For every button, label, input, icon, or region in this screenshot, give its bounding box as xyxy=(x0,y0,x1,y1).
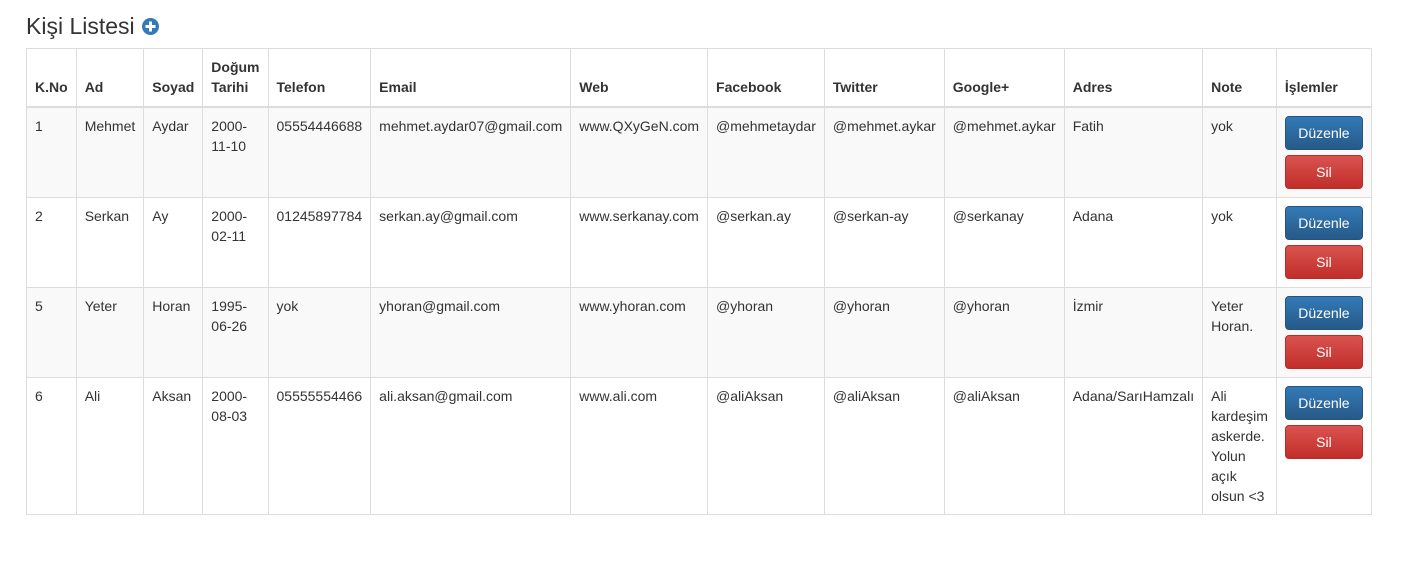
cell-google: @mehmet.aykar xyxy=(943,106,1065,198)
delete-button[interactable]: Sil xyxy=(1284,335,1363,369)
cell-email: yhoran@gmail.com xyxy=(370,287,572,378)
cell-telefon: 05554446688 xyxy=(267,106,372,198)
edit-button[interactable]: Düzenle xyxy=(1284,206,1363,240)
cell-email: ali.aksan@gmail.com xyxy=(370,377,572,515)
person-list-page: Kişi Listesi K.No Ad Soyad Doğum Tarihi … xyxy=(0,0,1412,561)
cell-ad: Ali xyxy=(75,377,145,515)
table-row: 1 Mehmet Aydar 2000-11-10 05554446688 me… xyxy=(26,106,1373,198)
table-row: 5 Yeter Horan 1995-06-26 yok yhoran@gmai… xyxy=(26,287,1373,378)
table-header-row: K.No Ad Soyad Doğum Tarihi Telefon Email… xyxy=(26,48,1373,108)
cell-dogum-tarihi: 1995-06-26 xyxy=(202,287,269,378)
delete-button[interactable]: Sil xyxy=(1284,425,1363,459)
cell-adres: İzmir xyxy=(1063,287,1204,378)
cell-actions: Düzenle Sil xyxy=(1275,377,1373,515)
cell-email: mehmet.aydar07@gmail.com xyxy=(370,106,572,198)
cell-note: Yeter Horan. xyxy=(1202,287,1277,378)
delete-button[interactable]: Sil xyxy=(1284,245,1363,279)
cell-actions: Düzenle Sil xyxy=(1275,106,1373,198)
cell-note: yok xyxy=(1202,197,1277,288)
cell-web: www.serkanay.com xyxy=(570,197,709,288)
cell-twitter: @aliAksan xyxy=(823,377,945,515)
add-person-icon[interactable] xyxy=(141,18,159,35)
cell-facebook: @mehmetaydar xyxy=(707,106,825,198)
cell-twitter: @serkan-ay xyxy=(823,197,945,288)
cell-facebook: @serkan.ay xyxy=(707,197,825,288)
page-header: Kişi Listesi xyxy=(26,10,159,42)
cell-telefon: 01245897784 xyxy=(267,197,372,288)
column-header-adres: Adres xyxy=(1063,48,1204,108)
cell-google: @yhoran xyxy=(943,287,1065,378)
cell-telefon: yok xyxy=(267,287,372,378)
table-row: 2 Serkan Ay 2000-02-11 01245897784 serka… xyxy=(26,197,1373,288)
cell-facebook: @yhoran xyxy=(707,287,825,378)
cell-ad: Yeter xyxy=(75,287,145,378)
cell-adres: Adana xyxy=(1063,197,1204,288)
column-header-ad: Ad xyxy=(75,48,145,108)
cell-google: @aliAksan xyxy=(943,377,1065,515)
cell-kno: 1 xyxy=(26,106,77,198)
cell-adres: Fatih xyxy=(1063,106,1204,198)
edit-button[interactable]: Düzenle xyxy=(1284,386,1363,420)
cell-note: Ali kardeşim askerde. Yolun açık olsun <… xyxy=(1202,377,1277,515)
cell-kno: 6 xyxy=(26,377,77,515)
cell-soyad: Ay xyxy=(143,197,204,288)
cell-adres: Adana/SarıHamzalı xyxy=(1063,377,1204,515)
cell-note: yok xyxy=(1202,106,1277,198)
cell-google: @serkanay xyxy=(943,197,1065,288)
edit-button[interactable]: Düzenle xyxy=(1284,116,1363,150)
cell-kno: 2 xyxy=(26,197,77,288)
cell-twitter: @mehmet.aykar xyxy=(823,106,945,198)
cell-soyad: Horan xyxy=(143,287,204,378)
cell-soyad: Aksan xyxy=(143,377,204,515)
cell-email: serkan.ay@gmail.com xyxy=(370,197,572,288)
cell-web: www.yhoran.com xyxy=(570,287,709,378)
column-header-telefon: Telefon xyxy=(267,48,372,108)
column-header-kno: K.No xyxy=(26,48,77,108)
page-title: Kişi Listesi xyxy=(26,13,135,39)
column-header-google: Google+ xyxy=(943,48,1065,108)
table-row: 6 Ali Aksan 2000-08-03 05555554466 ali.a… xyxy=(26,377,1373,515)
column-header-islemler: İşlemler xyxy=(1275,48,1373,108)
cell-web: www.QXyGeN.com xyxy=(570,106,709,198)
delete-button[interactable]: Sil xyxy=(1284,155,1363,189)
cell-dogum-tarihi: 2000-11-10 xyxy=(202,106,269,198)
cell-facebook: @aliAksan xyxy=(707,377,825,515)
column-header-facebook: Facebook xyxy=(707,48,825,108)
column-header-dogum-tarihi: Doğum Tarihi xyxy=(202,48,269,108)
cell-actions: Düzenle Sil xyxy=(1275,287,1373,378)
cell-ad: Serkan xyxy=(75,197,145,288)
column-header-soyad: Soyad xyxy=(143,48,204,108)
edit-button[interactable]: Düzenle xyxy=(1284,296,1363,330)
column-header-twitter: Twitter xyxy=(823,48,945,108)
column-header-web: Web xyxy=(570,48,709,108)
cell-dogum-tarihi: 2000-02-11 xyxy=(202,197,269,288)
column-header-note: Note xyxy=(1202,48,1277,108)
cell-telefon: 05555554466 xyxy=(267,377,372,515)
cell-kno: 5 xyxy=(26,287,77,378)
cell-ad: Mehmet xyxy=(75,106,145,198)
column-header-email: Email xyxy=(370,48,572,108)
cell-dogum-tarihi: 2000-08-03 xyxy=(202,377,269,515)
cell-soyad: Aydar xyxy=(143,106,204,198)
cell-twitter: @yhoran xyxy=(823,287,945,378)
cell-actions: Düzenle Sil xyxy=(1275,197,1373,288)
person-table: K.No Ad Soyad Doğum Tarihi Telefon Email… xyxy=(26,48,1373,515)
cell-web: www.ali.com xyxy=(570,377,709,515)
